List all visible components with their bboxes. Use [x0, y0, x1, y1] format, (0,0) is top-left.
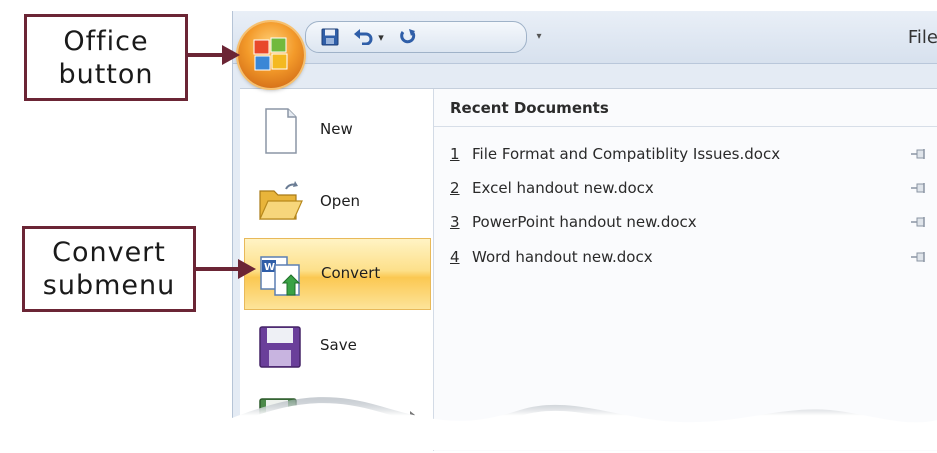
- office-button-arrow: [186, 45, 240, 65]
- window-title: File: [907, 27, 937, 48]
- title-bar: ▾ ▾ File: [233, 11, 937, 64]
- convert-submenu-arrow: [194, 259, 256, 279]
- recent-document-number: 4: [450, 248, 460, 266]
- torn-edge: [232, 397, 937, 450]
- recent-document-number: 3: [450, 213, 460, 231]
- convert-document-icon: W: [260, 256, 301, 296]
- recent-documents-heading: Recent Documents: [450, 99, 609, 117]
- recent-document-item[interactable]: 4 Word handout new.docx: [450, 244, 930, 270]
- recent-document-item[interactable]: 1 File Format and Compatiblity Issues.do…: [450, 141, 930, 167]
- recent-document-name: File Format and Compatiblity Issues.docx: [472, 145, 781, 163]
- recent-document-name: Word handout new.docx: [472, 248, 653, 266]
- callout-line: Convert: [52, 237, 166, 268]
- quick-access-toolbar: ▾: [305, 21, 527, 53]
- undo-arrow-icon[interactable]: [352, 25, 374, 49]
- blank-document-icon: [265, 108, 297, 154]
- pin-icon[interactable]: [910, 147, 930, 161]
- menu-item-convert[interactable]: W Convert: [244, 238, 431, 310]
- callout-line: button: [58, 58, 154, 90]
- recent-document-name: PowerPoint handout new.docx: [472, 213, 697, 231]
- menu-item-label: Save: [320, 336, 357, 354]
- office-button-callout: Office button: [24, 14, 188, 101]
- pin-icon[interactable]: [910, 181, 930, 195]
- menu-item-label: Convert: [321, 264, 381, 282]
- menu-item-label: Open: [320, 192, 361, 210]
- chevron-down-icon[interactable]: ▾: [374, 25, 388, 49]
- menu-item-label: New: [320, 120, 353, 138]
- customize-qat-icon[interactable]: ▾: [531, 25, 547, 47]
- recent-document-name: Excel handout new.docx: [472, 179, 654, 197]
- svg-text:W: W: [264, 262, 275, 273]
- menu-item-save[interactable]: Save: [244, 311, 431, 381]
- recent-document-item[interactable]: 3 PowerPoint handout new.docx: [450, 209, 930, 235]
- pin-icon[interactable]: [910, 250, 930, 264]
- recent-document-number: 2: [450, 179, 460, 197]
- recent-document-number: 1: [450, 145, 460, 163]
- menu-item-new[interactable]: New: [244, 95, 431, 165]
- divider: [434, 126, 937, 127]
- office-button[interactable]: [238, 22, 304, 88]
- redo-arrow-icon[interactable]: [396, 25, 420, 49]
- floppy-disk-icon: [259, 326, 301, 368]
- office-logo-icon: [253, 37, 288, 71]
- open-folder-icon: [259, 181, 303, 220]
- convert-submenu-callout: Convert submenu: [22, 226, 196, 312]
- menu-item-open[interactable]: Open: [244, 167, 431, 237]
- recent-document-item[interactable]: 2 Excel handout new.docx: [450, 175, 930, 201]
- floppy-disk-icon[interactable]: [318, 25, 342, 49]
- callout-line: submenu: [42, 270, 176, 301]
- callout-line: Office: [63, 25, 149, 57]
- pin-icon[interactable]: [910, 215, 930, 229]
